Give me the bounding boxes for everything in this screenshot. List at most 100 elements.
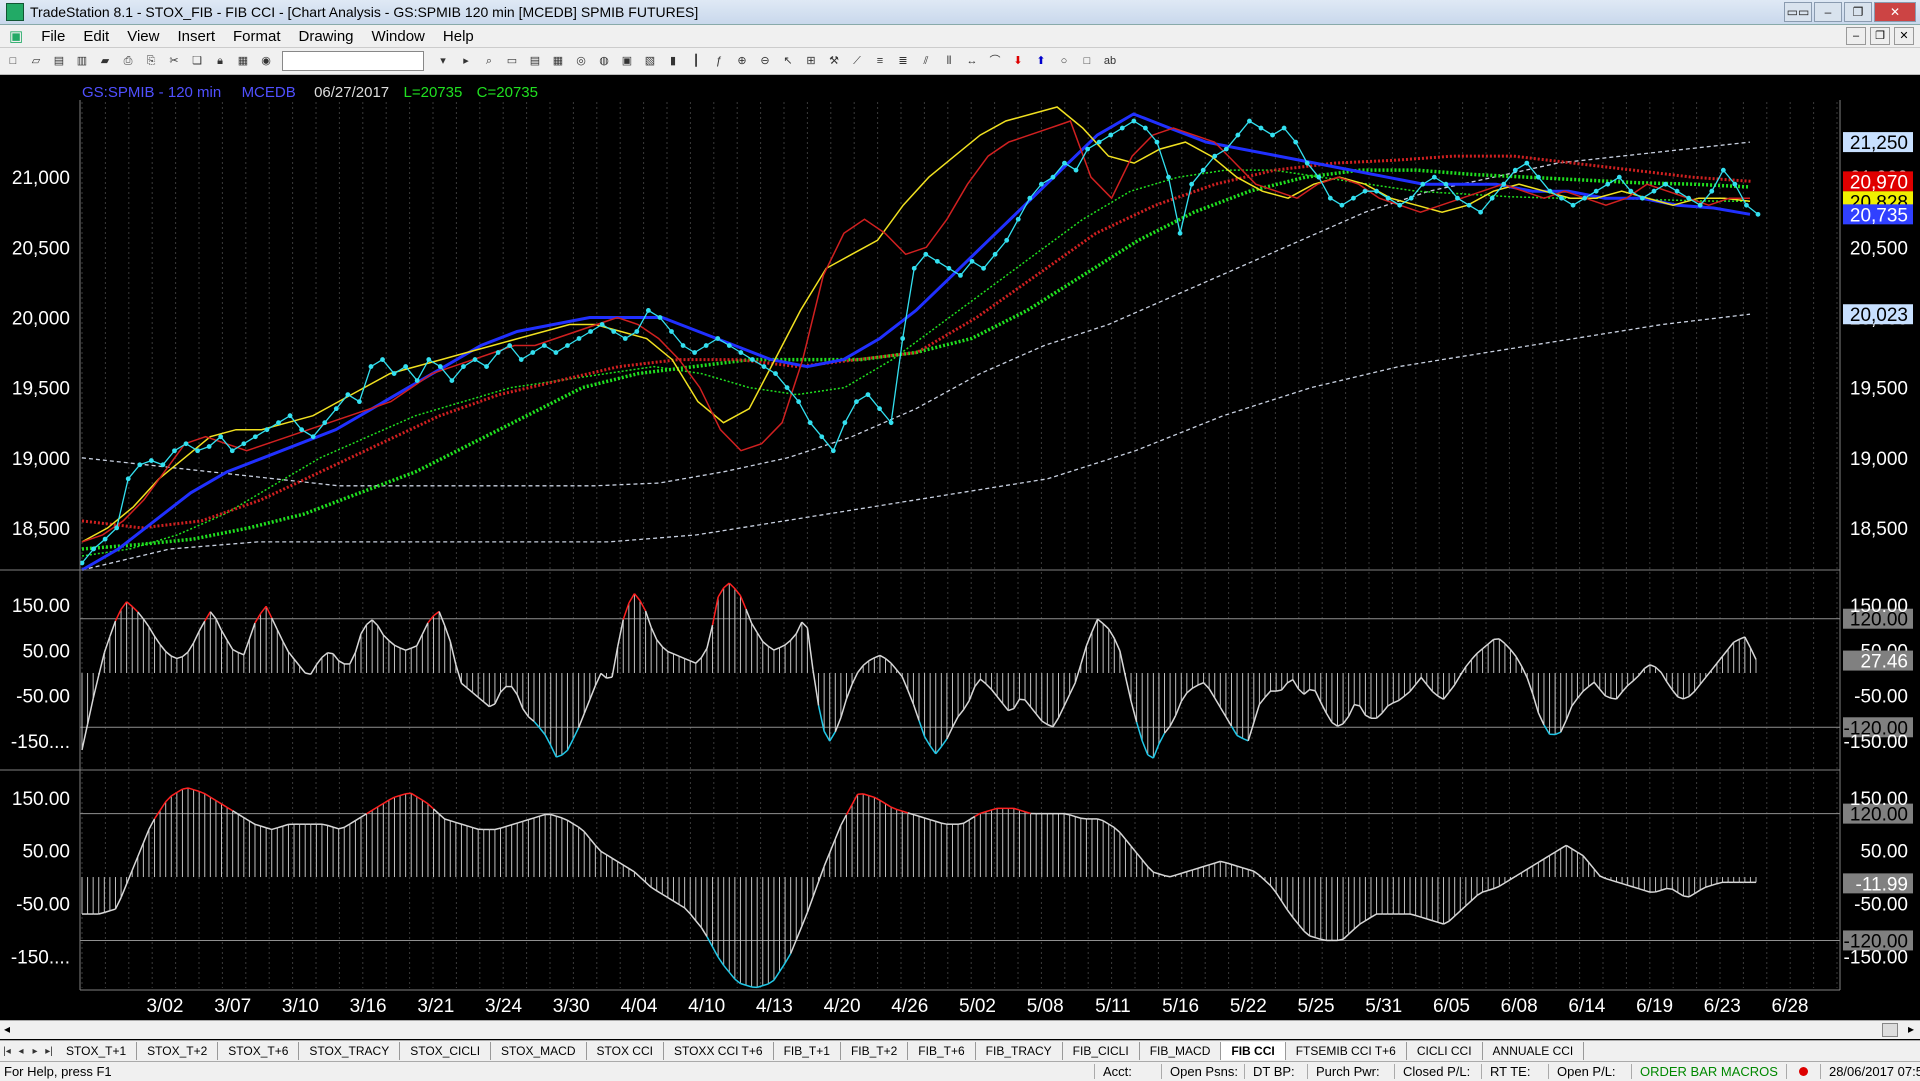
menu-file[interactable]: File <box>32 28 74 45</box>
horizontal-line-icon[interactable]: ≡ <box>870 52 890 70</box>
menu-window[interactable]: Window <box>363 28 434 45</box>
price-point <box>184 441 189 446</box>
print-preview-icon[interactable]: ⎘ <box>141 52 161 70</box>
workspace-button[interactable]: ▭▭ <box>1784 2 1812 22</box>
scanner-icon[interactable]: ◎ <box>571 52 591 70</box>
x-tick-label: 3/21 <box>417 996 454 1017</box>
mdi-restore-icon[interactable]: ❐ <box>1870 27 1890 45</box>
tab-ftsemib-cci-t6[interactable]: FTSEMIB CCI T+6 <box>1286 1042 1407 1060</box>
menu-drawing[interactable]: Drawing <box>290 28 363 45</box>
tab-fib-t2[interactable]: FIB_T+2 <box>841 1042 908 1060</box>
tab-stox-cicli[interactable]: STOX_CICLI <box>400 1042 491 1060</box>
insert-study-icon[interactable]: ƒ <box>709 52 729 70</box>
tab-first-icon[interactable]: |◂ <box>0 1046 14 1057</box>
bar-chart-icon[interactable]: ▮ <box>663 52 683 70</box>
tab-annuale-cci[interactable]: ANNUALE CCI <box>1483 1042 1585 1060</box>
trendline-icon[interactable]: ⟋ <box>847 52 867 70</box>
price-point <box>1097 140 1102 145</box>
mdi-close-icon[interactable]: ✕ <box>1894 27 1914 45</box>
pointer-icon[interactable]: ↖ <box>778 52 798 70</box>
menu-insert[interactable]: Insert <box>168 28 224 45</box>
tab-stox-macd[interactable]: STOX_MACD <box>491 1042 586 1060</box>
menu-view[interactable]: View <box>118 28 168 45</box>
open-icon[interactable]: ▱ <box>26 52 46 70</box>
ellipse-icon[interactable]: ○ <box>1054 52 1074 70</box>
play-icon[interactable]: ▸ <box>456 52 476 70</box>
down-arrow-icon[interactable]: ⬇ <box>1008 52 1028 70</box>
text-icon[interactable]: ab <box>1100 52 1120 70</box>
horizontal-scrollbar[interactable]: ◂ ▸ <box>0 1020 1920 1039</box>
folder-icon[interactable]: ▰ <box>95 52 115 70</box>
copy-icon[interactable]: ❏ <box>187 52 207 70</box>
dropdown-arrow-icon[interactable]: ▾ <box>433 52 453 70</box>
radar-icon[interactable]: ◍ <box>594 52 614 70</box>
news-icon[interactable]: ▧ <box>640 52 660 70</box>
close-button[interactable]: ✕ <box>1874 2 1916 22</box>
cci2-line <box>1683 896 1689 897</box>
tab-fib-cci[interactable]: FIB CCI <box>1221 1042 1285 1060</box>
price-point <box>946 266 951 271</box>
price-point <box>1074 168 1079 173</box>
tab-stox-tracy[interactable]: STOX_TRACY <box>299 1042 400 1060</box>
tab-stoxx-cci-t6[interactable]: STOXX CCI T+6 <box>664 1042 774 1060</box>
tab-fib-macd[interactable]: FIB_MACD <box>1140 1042 1222 1060</box>
price-point <box>91 547 96 552</box>
zoom-window-icon[interactable]: ⌕ <box>479 52 499 70</box>
new-icon[interactable]: □ <box>3 52 23 70</box>
matrix-icon[interactable]: ▣ <box>617 52 637 70</box>
chart-window[interactable]: 3/023/073/103/163/213/243/304/044/104/13… <box>0 75 1920 1027</box>
app-menu-icon[interactable]: ▣ <box>0 27 32 45</box>
tab-fib-t6[interactable]: FIB_T+6 <box>908 1042 975 1060</box>
tab-stox-t6[interactable]: STOX_T+6 <box>218 1042 299 1060</box>
x-tick-label: 5/31 <box>1365 996 1402 1017</box>
cut-icon[interactable]: ✂ <box>164 52 184 70</box>
status-macros[interactable]: ORDER BAR MACROS <box>1631 1064 1786 1079</box>
tab-stox-cci[interactable]: STOX CCI <box>587 1042 664 1060</box>
tab-prev-icon[interactable]: ◂ <box>14 1046 28 1057</box>
cci2-tick-right: -150.00 <box>1844 947 1908 968</box>
price-point <box>1131 119 1136 124</box>
mdi-minimize-icon[interactable]: – <box>1846 27 1866 45</box>
candle-icon[interactable]: ┃ <box>686 52 706 70</box>
tab-fib-t1[interactable]: FIB_T+1 <box>774 1042 841 1060</box>
tab-cicli-cci[interactable]: CICLI CCI <box>1407 1042 1483 1060</box>
scroll-left-icon[interactable]: ◂ <box>4 1022 10 1036</box>
scroll-right-icon[interactable]: ▸ <box>1908 1022 1914 1036</box>
tab-fib-cicli[interactable]: FIB_CICLI <box>1063 1042 1140 1060</box>
quote-window-icon[interactable]: ▤ <box>525 52 545 70</box>
maximize-button[interactable]: ❐ <box>1844 2 1872 22</box>
data-tips-icon[interactable]: ⊞ <box>801 52 821 70</box>
menu-edit[interactable]: Edit <box>74 28 118 45</box>
scroll-thumb[interactable] <box>1882 1023 1898 1037</box>
lock-icon[interactable]: 🔒︎ <box>210 52 230 70</box>
channel-icon[interactable]: ⫽ <box>916 52 936 70</box>
tab-stox-t2[interactable]: STOX_T+2 <box>137 1042 218 1060</box>
chart-svg[interactable]: 3/023/073/103/163/213/243/304/044/104/13… <box>0 75 1920 1027</box>
new-workspace-icon[interactable]: ▥ <box>72 52 92 70</box>
zoom-in-icon[interactable]: ⊕ <box>732 52 752 70</box>
tab-stox-t1[interactable]: STOX_T+1 <box>56 1042 137 1060</box>
menu-help[interactable]: Help <box>434 28 483 45</box>
fib-icon[interactable]: ≣ <box>893 52 913 70</box>
header-symbol: GS:SPMIB - 120 min <box>82 84 221 101</box>
zoom-out-icon[interactable]: ⊖ <box>755 52 775 70</box>
macro-icon[interactable]: ◉ <box>256 52 276 70</box>
tab-last-icon[interactable]: ▸| <box>42 1046 56 1057</box>
arrows-icon[interactable]: ↔ <box>962 52 982 70</box>
arc-icon[interactable]: ⌒ <box>985 52 1005 70</box>
tab-fib-tracy[interactable]: FIB_TRACY <box>976 1042 1063 1060</box>
grid-icon[interactable]: ▦ <box>548 52 568 70</box>
x-tick-label: 5/11 <box>1095 996 1131 1017</box>
up-arrow-icon[interactable]: ⬆ <box>1031 52 1051 70</box>
save-icon[interactable]: ▤ <box>49 52 69 70</box>
vertical-lines-icon[interactable]: ⦀ <box>939 52 959 70</box>
menu-format[interactable]: Format <box>224 28 290 45</box>
rectangle-icon[interactable]: □ <box>1077 52 1097 70</box>
symbol-combo[interactable] <box>282 51 424 71</box>
paste-icon[interactable]: ▦ <box>233 52 253 70</box>
tab-next-icon[interactable]: ▸ <box>28 1046 42 1057</box>
print-icon[interactable]: ⎙ <box>118 52 138 70</box>
tools-icon[interactable]: ⚒ <box>824 52 844 70</box>
chart-window-icon[interactable]: ▭ <box>502 52 522 70</box>
minimize-button[interactable]: – <box>1814 2 1842 22</box>
